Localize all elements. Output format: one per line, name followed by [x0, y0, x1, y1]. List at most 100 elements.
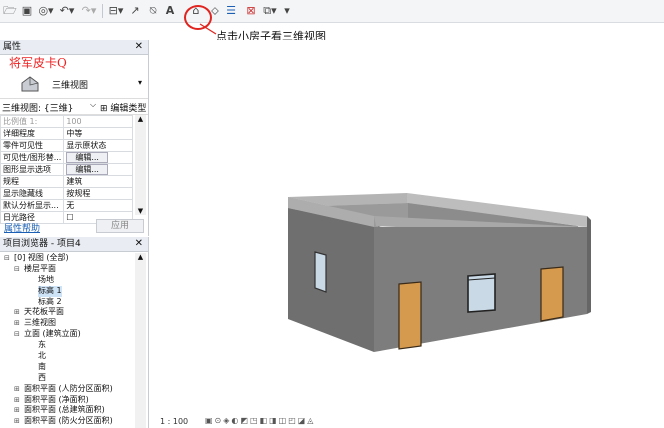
tree-item-label: 北 [38, 351, 46, 361]
tree-item[interactable]: ⊞ 面积平面 (人防分区面积) [0, 384, 135, 395]
property-key: 零件可见性 [0, 139, 65, 152]
edit-type-button[interactable]: ⊞ 编辑类型 [100, 101, 146, 114]
properties-panel: 属性 ✕ 将军皮卡Q 三维视图 ▾ 三维视图: {三维} ⌵ ⊞ 编辑类型 比例… [0, 40, 149, 236]
customize-icon[interactable]: ▾ [282, 3, 292, 18]
scroll-up-icon[interactable]: ▲ [135, 253, 146, 261]
property-key: 显示隐藏线 [0, 187, 65, 200]
tree-item[interactable]: ⊟ 立面 (建筑立面) [0, 329, 135, 340]
tree-item[interactable]: ⊞ 天花板平面 [0, 307, 135, 318]
tree-item-label: 楼层平面 [24, 263, 56, 273]
undo-icon[interactable]: ↶▾ [58, 3, 76, 18]
close-icon[interactable]: ✕ [135, 237, 143, 251]
project-browser-header: 项目浏览器 - 项目4 ✕ [0, 237, 148, 252]
property-row: 详细程度 中等 [0, 127, 133, 140]
tree-item[interactable]: ⊞ 面积平面 (净面积) [0, 395, 135, 406]
properties-header: 属性 ✕ [0, 40, 148, 55]
tree-item[interactable]: 标高 2 [0, 297, 135, 308]
close-windows-icon[interactable]: ⊠ [244, 3, 258, 18]
chevron-down-icon[interactable]: ▾ [138, 78, 142, 87]
tree-item[interactable]: 西 [0, 373, 135, 384]
tree-item[interactable]: ⊞ 面积平面 (总建筑面积) [0, 405, 135, 416]
property-value[interactable]: 无 [63, 199, 133, 212]
tree-item-label: 立面 (建筑立面) [24, 329, 81, 339]
instance-filter[interactable]: 三维视图: {三维} ⌵ ⊞ 编辑类型 [0, 100, 148, 115]
tree-item-label: 东 [38, 340, 46, 350]
edit-type-icon: ⊞ [100, 104, 111, 114]
property-row: 规程 建筑 [0, 175, 133, 188]
tree-item-label: 场地 [38, 274, 54, 284]
property-value[interactable]: 按规程 [63, 187, 133, 200]
tree-item-label: 三维视图 [24, 318, 56, 328]
type-selector[interactable]: 将军皮卡Q 三维视图 ▾ [0, 56, 148, 99]
open-icon[interactable]: 🗁 [3, 3, 17, 18]
tree-expander-icon[interactable]: ⊟ [14, 264, 20, 275]
property-key: 默认分析显示... [0, 199, 65, 212]
apply-button[interactable]: 应用 [96, 219, 144, 233]
tree-expander-icon[interactable]: ⊞ [14, 318, 20, 329]
property-row: 图形显示选项 编辑... [0, 163, 133, 176]
tag-icon[interactable]: ⍉ [146, 3, 160, 18]
tree-item[interactable]: ⊟ [0] 视图 (全部) [0, 253, 135, 264]
property-value[interactable]: 中等 [63, 127, 133, 140]
tree-expander-icon[interactable]: ⊞ [14, 395, 20, 406]
scroll-up-icon[interactable]: ▲ [135, 115, 146, 123]
house-model [288, 193, 591, 352]
close-icon[interactable]: ✕ [135, 40, 143, 54]
properties-scrollbar[interactable]: ▲ ▼ [135, 115, 146, 215]
tree-expander-icon[interactable]: ⊟ [14, 329, 20, 340]
tree-item[interactable]: ⊟ 楼层平面 [0, 264, 135, 275]
3d-viewport[interactable] [150, 40, 664, 418]
tree-expander-icon[interactable]: ⊞ [14, 416, 20, 427]
filter-label: 三维视图: {三维} [2, 104, 74, 114]
tree-item[interactable]: ⊞ 三维视图 [0, 318, 135, 329]
property-value[interactable]: 100 [63, 115, 133, 128]
view-scale[interactable]: 1 : 100 [160, 417, 188, 426]
properties-footer: 属性帮助 应用 [0, 218, 148, 234]
tree-expander-icon[interactable]: ⊟ [4, 253, 10, 264]
text-icon[interactable]: A [163, 3, 177, 18]
property-value[interactable]: 编辑... [63, 163, 133, 176]
front-door-right [540, 266, 564, 322]
scroll-down-icon[interactable]: ▼ [135, 207, 146, 215]
edit-button[interactable]: 编辑... [66, 164, 108, 175]
tree-expander-icon[interactable]: ⊞ [14, 384, 20, 395]
property-row: 可见性/图形替... 编辑... [0, 151, 133, 164]
redo-icon[interactable]: ↷▾ [80, 3, 98, 18]
property-value[interactable]: 编辑... [63, 151, 133, 164]
property-value[interactable]: 显示原状态 [63, 139, 133, 152]
edit-type-label: 编辑类型 [110, 104, 147, 114]
property-row: 比例值 1: 100 [0, 115, 133, 128]
save-icon[interactable]: ▣ [20, 3, 34, 18]
tree-item[interactable]: 南 [0, 362, 135, 373]
right-wall-edge [587, 216, 591, 314]
tree-expander-icon[interactable]: ⊞ [14, 307, 20, 318]
switch-windows-icon[interactable]: ⧉▾ [260, 3, 280, 18]
view-control-bar: 1 : 100 ▣⊙◈◐◩◳◧◨◫◰◪◬ [150, 416, 664, 428]
tree-item[interactable]: 标高 1 [0, 285, 135, 297]
properties-title: 属性 [3, 42, 22, 52]
properties-help-link[interactable]: 属性帮助 [4, 221, 40, 234]
property-value[interactable]: 建筑 [63, 175, 133, 188]
tree-item-label: 标高 2 [38, 296, 62, 306]
left-wall-window [314, 251, 327, 293]
separator [102, 4, 103, 18]
sync-icon[interactable]: ◎▾ [37, 3, 55, 18]
chevron-down-icon[interactable]: ⌵ [90, 100, 96, 110]
tree-item-label: [0] 视图 (全部) [14, 253, 69, 262]
dimension-icon[interactable]: ↗ [128, 3, 142, 18]
tree-item-label: 西 [38, 372, 46, 382]
edit-button[interactable]: 编辑... [66, 152, 108, 163]
tree-expander-icon[interactable]: ⊞ [14, 405, 20, 416]
property-row: 默认分析显示... 无 [0, 199, 133, 212]
tree-item-label: 南 [38, 361, 46, 371]
thin-lines-icon[interactable]: ☰ [224, 3, 238, 18]
tree-item[interactable]: ⊞ 面积平面 (防火分区面积) [0, 416, 135, 427]
tree-item-label: 面积平面 (防火分区面积) [24, 416, 113, 426]
quick-access-toolbar: 🗁 ▣ ◎▾ ↶▾ ↷▾ ⊟▾ ↗ ⍉ A ⌂ ⬦ ☰ ⊠ ⧉▾ ▾ [0, 0, 664, 23]
tree-item[interactable]: 场地 [0, 275, 135, 286]
view-control-icons[interactable]: ▣⊙◈◐◩◳◧◨◫◰◪◬ [205, 416, 315, 425]
tree-item[interactable]: 北 [0, 351, 135, 362]
tree-item[interactable]: 东 [0, 340, 135, 351]
project-browser-scrollbar[interactable]: ▲ [135, 253, 146, 428]
measure-icon[interactable]: ⊟▾ [107, 3, 125, 18]
